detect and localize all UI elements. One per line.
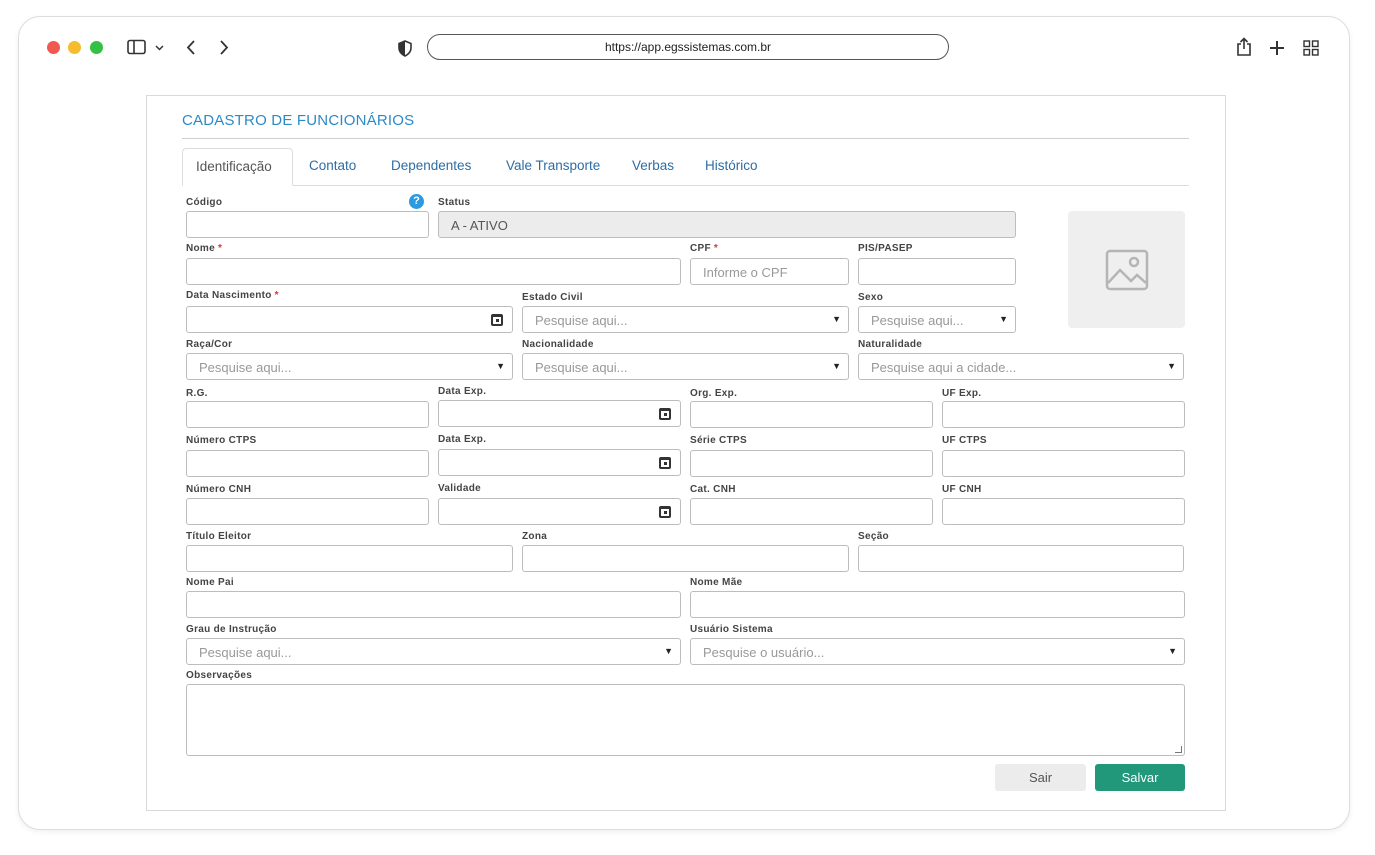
nome-pai-input[interactable] [186, 591, 681, 618]
nascimento-label: Data Nascimento * [186, 290, 279, 301]
shield-icon [397, 40, 413, 62]
cnh-label: Número CNH [186, 484, 252, 495]
cpf-label: CPF * [690, 243, 719, 254]
uf-cnh-input[interactable] [942, 498, 1185, 525]
codigo-input[interactable] [186, 211, 429, 238]
nome-pai-label: Nome Pai [186, 577, 234, 588]
tab-historico[interactable]: Histórico [705, 158, 758, 173]
cat-cnh-label: Cat. CNH [690, 484, 736, 495]
org-exp-label: Org. Exp. [690, 388, 738, 399]
status-field: A - ATIVO [438, 211, 1016, 238]
calendar-icon[interactable] [659, 457, 671, 469]
raca-label: Raça/Cor [186, 339, 233, 350]
codigo-label: Código [186, 197, 223, 208]
ctps-label: Número CTPS [186, 435, 257, 446]
rg-data-exp-input[interactable] [438, 400, 681, 427]
tab-contato[interactable]: Contato [309, 158, 356, 173]
instrucao-select[interactable]: Pesquise aqui... [186, 638, 681, 665]
forward-arrow-icon[interactable] [218, 39, 230, 61]
tab-overview-icon[interactable] [1303, 40, 1319, 61]
sexo-select[interactable]: Pesquise aqui... [858, 306, 1016, 333]
sexo-label: Sexo [858, 292, 884, 303]
validade-date-input[interactable] [438, 498, 681, 525]
employee-photo[interactable] [1068, 211, 1185, 328]
zona-input[interactable] [522, 545, 849, 572]
sidebar-toggle-icon[interactable] [127, 39, 165, 61]
tab-verbas[interactable]: Verbas [632, 158, 674, 173]
pis-input[interactable] [858, 258, 1016, 285]
tabs-divider [182, 185, 1189, 186]
close-window-dot[interactable] [47, 41, 60, 54]
nacionalidade-select[interactable]: Pesquise aqui... [522, 353, 849, 380]
calendar-icon[interactable] [659, 408, 671, 420]
share-icon[interactable] [1236, 37, 1252, 62]
estado-civil-label: Estado Civil [522, 292, 583, 303]
serie-ctps-input[interactable] [690, 450, 933, 477]
salvar-button[interactable]: Salvar [1095, 764, 1185, 791]
image-placeholder-icon [1105, 249, 1148, 290]
data-exp-label: Data Exp. [438, 386, 487, 397]
usuario-sistema-select[interactable]: Pesquise o usuário... [690, 638, 1185, 665]
raca-select[interactable]: Pesquise aqui... [186, 353, 513, 380]
validade-label: Validade [438, 483, 481, 494]
uf-exp-input[interactable] [942, 401, 1185, 428]
secao-input[interactable] [858, 545, 1184, 572]
pis-label: PIS/PASEP [858, 243, 913, 254]
estado-civil-select[interactable]: Pesquise aqui... [522, 306, 849, 333]
uf-ctps-input[interactable] [942, 450, 1185, 477]
secao-label: Seção [858, 531, 889, 542]
status-label: Status [438, 197, 471, 208]
tab-identificacao[interactable]: Identificação [182, 148, 293, 186]
cat-cnh-input[interactable] [690, 498, 933, 525]
tab-vale-transporte[interactable]: Vale Transporte [506, 158, 600, 173]
sair-button[interactable]: Sair [995, 764, 1086, 791]
resize-handle-icon[interactable] [1175, 746, 1182, 753]
minimize-window-dot[interactable] [68, 41, 81, 54]
nascimento-date-input[interactable] [186, 306, 513, 333]
cpf-input[interactable]: Informe o CPF [690, 258, 849, 285]
naturalidade-select[interactable]: Pesquise aqui a cidade... [858, 353, 1184, 380]
tab-dependentes[interactable]: Dependentes [391, 158, 471, 173]
uf-exp-label: UF Exp. [942, 388, 982, 399]
titulo-eleitor-label: Título Eleitor [186, 531, 252, 542]
usuario-sistema-label: Usuário Sistema [690, 624, 773, 635]
nacionalidade-label: Nacionalidade [522, 339, 594, 350]
new-tab-plus-icon[interactable] [1268, 39, 1286, 62]
required-mark: * [274, 290, 279, 301]
naturalidade-label: Naturalidade [858, 339, 923, 350]
address-bar[interactable]: https://app.egssistemas.com.br [427, 34, 949, 60]
nome-label: Nome * [186, 243, 223, 254]
calendar-icon[interactable] [659, 506, 671, 518]
serie-ctps-label: Série CTPS [690, 435, 747, 446]
zona-label: Zona [522, 531, 548, 542]
calendar-icon[interactable] [491, 314, 503, 326]
question-circle-icon[interactable]: ? [409, 194, 424, 209]
uf-ctps-label: UF CTPS [942, 435, 987, 446]
ctps-input[interactable] [186, 450, 429, 477]
cnh-input[interactable] [186, 498, 429, 525]
required-mark: * [217, 243, 223, 254]
ctps-data-exp-input[interactable] [438, 449, 681, 476]
rg-input[interactable] [186, 401, 429, 428]
uf-cnh-label: UF CNH [942, 484, 982, 495]
maximize-window-dot[interactable] [90, 41, 103, 54]
required-mark: * [713, 243, 719, 254]
org-exp-input[interactable] [690, 401, 933, 428]
observacoes-label: Observações [186, 670, 253, 681]
page-title: CADASTRO DE FUNCIONÁRIOS [182, 112, 415, 129]
rg-label: R.G. [186, 388, 208, 399]
ctps-data-exp-label: Data Exp. [438, 434, 487, 445]
nome-mae-input[interactable] [690, 591, 1185, 618]
nome-mae-label: Nome Mãe [690, 577, 743, 588]
back-arrow-icon[interactable] [185, 39, 197, 61]
url-text: https://app.egssistemas.com.br [604, 40, 772, 54]
titulo-eleitor-input[interactable] [186, 545, 513, 572]
observacoes-textarea[interactable] [186, 684, 1185, 756]
nome-input[interactable] [186, 258, 681, 285]
title-divider [182, 138, 1189, 139]
instrucao-label: Grau de Instrução [186, 624, 277, 635]
